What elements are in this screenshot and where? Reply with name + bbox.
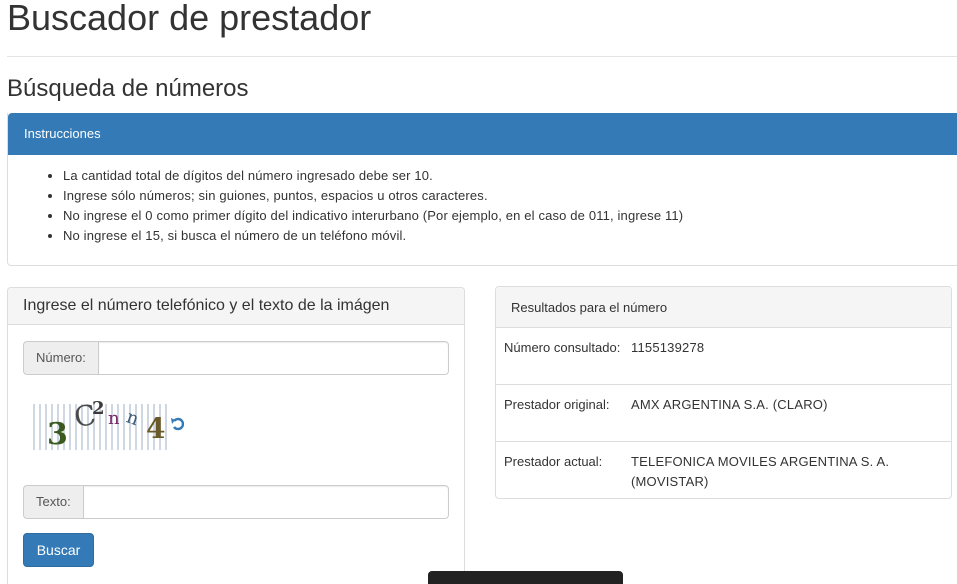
numero-label: Número: bbox=[23, 341, 98, 375]
numero-input[interactable] bbox=[97, 341, 449, 375]
results-heading: Resultados para el número bbox=[496, 287, 951, 328]
instruction-item: No ingrese el 15, si busca el número de … bbox=[63, 226, 957, 246]
instructions-heading: Instrucciones bbox=[8, 113, 957, 155]
result-value: AMX ARGENTINA S.A. (CLARO) bbox=[631, 397, 828, 412]
bottom-overlay-bar bbox=[428, 571, 623, 584]
instruction-item: La cantidad total de dígitos del número … bbox=[63, 166, 957, 186]
result-label: Prestador actual: bbox=[504, 454, 603, 469]
texto-input[interactable] bbox=[82, 485, 449, 519]
title-divider bbox=[7, 56, 957, 57]
texto-input-group: Texto: bbox=[23, 485, 449, 519]
numero-input-group: Número: bbox=[23, 341, 449, 375]
texto-label: Texto: bbox=[23, 485, 83, 519]
result-row: Número consultado: 1155139278 bbox=[496, 328, 951, 385]
search-panel: Ingrese el número telefónico y el texto … bbox=[7, 287, 465, 584]
svg-text:n: n bbox=[124, 407, 142, 431]
instructions-list: La cantidad total de dígitos del número … bbox=[8, 155, 957, 246]
result-row: Prestador original: AMX ARGENTINA S.A. (… bbox=[496, 385, 951, 442]
svg-text:n: n bbox=[108, 408, 120, 429]
captcha-image: 3 C 2 n n 4 bbox=[33, 400, 184, 452]
instruction-item: Ingrese sólo números; sin guiones, punto… bbox=[63, 186, 957, 206]
page-title: Buscador de prestador bbox=[7, 0, 372, 38]
svg-text:3: 3 bbox=[47, 417, 68, 452]
svg-text:4: 4 bbox=[146, 412, 165, 445]
section-title: Búsqueda de números bbox=[7, 75, 249, 102]
result-label: Prestador original: bbox=[504, 397, 610, 412]
result-row: Prestador actual: TELEFONICA MOVILES ARG… bbox=[496, 442, 951, 499]
result-value: 1155139278 bbox=[631, 340, 705, 355]
page: Buscador de prestador Búsqueda de número… bbox=[0, 0, 957, 584]
instructions-panel: Instrucciones La cantidad total de dígit… bbox=[7, 113, 957, 266]
svg-text:2: 2 bbox=[92, 400, 105, 419]
refresh-icon[interactable] bbox=[171, 417, 184, 431]
result-value: TELEFONICA MOVILES ARGENTINA S. A. (MOVI… bbox=[631, 454, 890, 489]
search-panel-heading: Ingrese el número telefónico y el texto … bbox=[8, 288, 464, 325]
result-label: Número consultado: bbox=[504, 340, 621, 355]
buscar-button[interactable]: Buscar bbox=[23, 533, 94, 567]
results-panel: Resultados para el número Número consult… bbox=[495, 286, 952, 499]
instruction-item: No ingrese el 0 como primer dígito del i… bbox=[63, 206, 957, 226]
